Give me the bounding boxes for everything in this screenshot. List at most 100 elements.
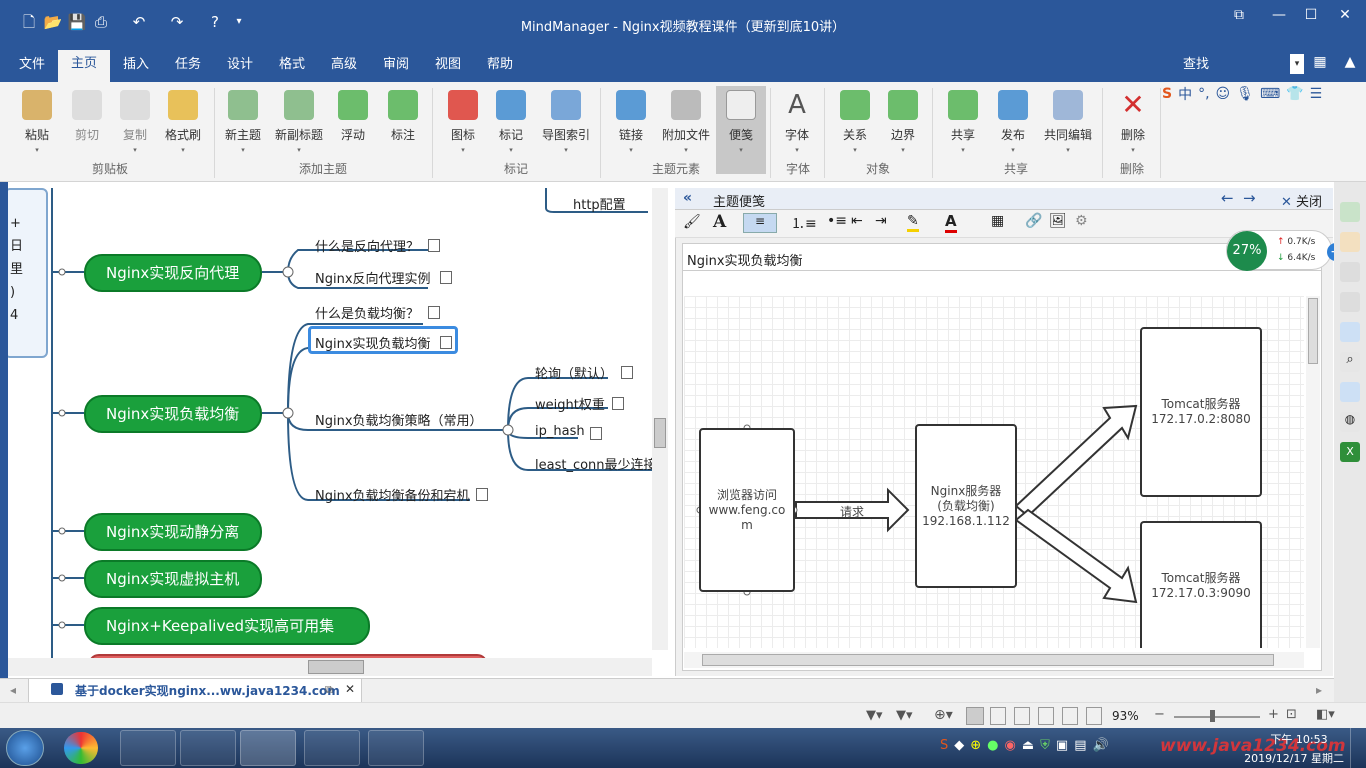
focus-icon[interactable]: ⊕▾ [934,707,953,723]
punctuation-icon[interactable]: °, [1198,86,1209,102]
vbox-tray-icon[interactable]: ◆ [954,738,964,753]
subtopic-lb-strategy[interactable]: Nginx负载均衡策略（常用） [315,410,483,429]
link-button[interactable]: 链接 ▾ [606,90,656,154]
subtopic-what-is-lb[interactable]: 什么是负载均衡？ [315,303,419,322]
library-icon[interactable] [1340,232,1360,252]
gantt-view-icon[interactable] [1038,707,1054,725]
tags-button[interactable]: 标记 ▾ [486,90,536,154]
share-button[interactable]: 共享 ▾ [938,90,988,154]
notes-button[interactable]: 便笺 ▾ [716,86,766,174]
new-topic-button[interactable]: 新主题 ▾ [218,90,268,154]
note-icon[interactable] [440,271,452,284]
boundary-button[interactable]: 边界 ▾ [878,90,928,154]
font-style-icon[interactable]: A [713,212,726,232]
link-map-icon[interactable] [1062,707,1078,725]
tab-file[interactable]: 文件 [12,56,52,82]
float-tab-icon[interactable]: ⧉ [325,683,333,697]
new-subtopic-button[interactable]: 新副标题 ▾ [272,90,326,154]
map-view-icon[interactable] [966,707,984,725]
document-tab[interactable]: 基于docker实现nginx...ww.java1234.com ⧉ ✕ [28,679,362,703]
icons-button[interactable]: 图标 ▾ [438,90,488,154]
outdent-icon[interactable]: ⇤ [851,213,863,229]
taskbar-app-remote-desktop[interactable] [304,730,360,766]
close-notes-button[interactable]: ✕ 关闭 [1281,191,1322,210]
tab-advanced[interactable]: 高级 [324,56,364,82]
note-vscroll-thumb[interactable] [1308,298,1318,364]
minimize-button[interactable]: — [1264,6,1294,24]
subtopic-lb-impl[interactable]: Nginx实现负载均衡 [315,333,431,352]
start-button[interactable] [6,730,44,766]
tab-scroll-left-icon[interactable]: ◂ [10,683,16,697]
tray-icon[interactable]: ▣ [1056,738,1068,753]
topic-keepalived[interactable]: Nginx+Keepalived实现高可用集群 [84,607,370,669]
voice-icon[interactable]: 🎙 [1236,86,1254,102]
taskbar-app-chart[interactable] [120,730,176,766]
excel-icon[interactable]: X [1340,442,1360,462]
tab-scroll-right-icon[interactable]: ▸ [1316,683,1322,697]
prev-note-icon[interactable]: ← [1221,189,1234,207]
topic-static-dynamic[interactable]: Nginx实现动静分离 [84,513,262,551]
bullet-list-icon[interactable]: •≡ [827,213,847,229]
map-hscroll-thumb[interactable] [308,660,364,674]
volume-tray-icon[interactable]: 🔊 [1093,738,1109,753]
map-vertical-scrollbar[interactable] [652,188,668,650]
shield-tray-icon[interactable]: ⛨ [1040,738,1050,753]
tab-design[interactable]: 设计 [220,56,260,82]
note-icon[interactable] [590,427,602,440]
map-index-button[interactable]: 导图索引 ▾ [536,90,596,154]
filter-icon[interactable]: ▼▾ [866,708,883,723]
strategy-weight[interactable]: weight权重 [535,394,605,413]
note-icon[interactable] [476,488,488,501]
usb-tray-icon[interactable]: ⏏ [1022,738,1034,753]
bell-icon[interactable] [1340,262,1360,282]
properties-pane-icon[interactable] [1340,322,1360,342]
relationship-button[interactable]: 关系 ▾ [830,90,880,154]
close-tab-icon[interactable]: ✕ [345,682,355,696]
format-painter-button[interactable]: 格式刷 ▾ [158,90,208,154]
paste-button[interactable]: 粘贴 ▾ [12,90,62,154]
zoom-in-icon[interactable]: + [1268,707,1279,722]
360-icon[interactable] [64,732,98,764]
subtopic-what-is-proxy[interactable]: 什么是反向代理？ [315,236,419,255]
taskbar-app-explorer[interactable] [368,730,424,766]
indent-icon[interactable]: ⇥ [875,213,887,229]
layout-icon[interactable]: ▦ [1310,54,1330,74]
tab-task[interactable]: 任务 [168,56,208,82]
taskbar-app-virtualbox[interactable] [180,730,236,766]
sogou-tray-icon[interactable]: S [940,738,948,753]
tab-review[interactable]: 审阅 [376,56,416,82]
layout-toggle-icon[interactable]: ◧▾ [1316,707,1335,722]
note-hscroll-thumb[interactable] [702,654,1274,666]
red-tray-icon[interactable]: ◉ [1005,738,1016,753]
copy-button[interactable]: 复制 ▾ [110,90,160,154]
find-dropdown-icon[interactable]: ▾ [1290,54,1304,74]
zoom-slider-thumb[interactable] [1210,710,1215,722]
map-horizontal-scrollbar[interactable] [8,658,652,676]
align-left-icon[interactable]: ≡ [743,213,777,233]
hyperlink-icon[interactable]: 🔗 [1025,213,1042,229]
subtopic-proxy-example[interactable]: Nginx反向代理实例 [315,268,431,287]
network-tray-icon[interactable]: ▤ [1074,738,1086,753]
publish-button[interactable]: 发布 ▾ [988,90,1038,154]
delete-button[interactable]: ✕ 删除 ▾ [1108,90,1158,155]
strategy-round-robin[interactable]: 轮询（默认） [535,363,613,382]
image-icon[interactable]: 🖼 [1049,213,1067,229]
properties-icon[interactable]: ⚙ [1075,213,1088,229]
note-horizontal-scrollbar[interactable] [684,652,1304,668]
ime-menu-icon[interactable]: ☰ [1310,86,1323,102]
tasks-icon[interactable] [1086,707,1102,725]
floating-button[interactable]: 浮动 [328,90,378,143]
topic-virtual-host[interactable]: Nginx实现虚拟主机 [84,560,262,598]
zoom-slider[interactable] [1174,710,1260,722]
tab-format[interactable]: 格式 [272,56,312,82]
close-window-button[interactable]: ✕ [1330,6,1360,24]
overview-icon[interactable] [1340,382,1360,402]
skin-icon[interactable]: 👕 [1286,86,1303,102]
topic-list-icon[interactable] [1340,292,1360,312]
keyboard-icon[interactable]: ⌨ [1260,86,1280,102]
next-note-icon[interactable]: → [1243,189,1256,207]
note-icon[interactable] [621,366,633,379]
emoji-icon[interactable]: ☺ [1216,86,1231,102]
strategy-least-conn[interactable]: least_conn最少连接 [535,454,657,473]
zoom-out-icon[interactable]: − [1154,707,1165,722]
